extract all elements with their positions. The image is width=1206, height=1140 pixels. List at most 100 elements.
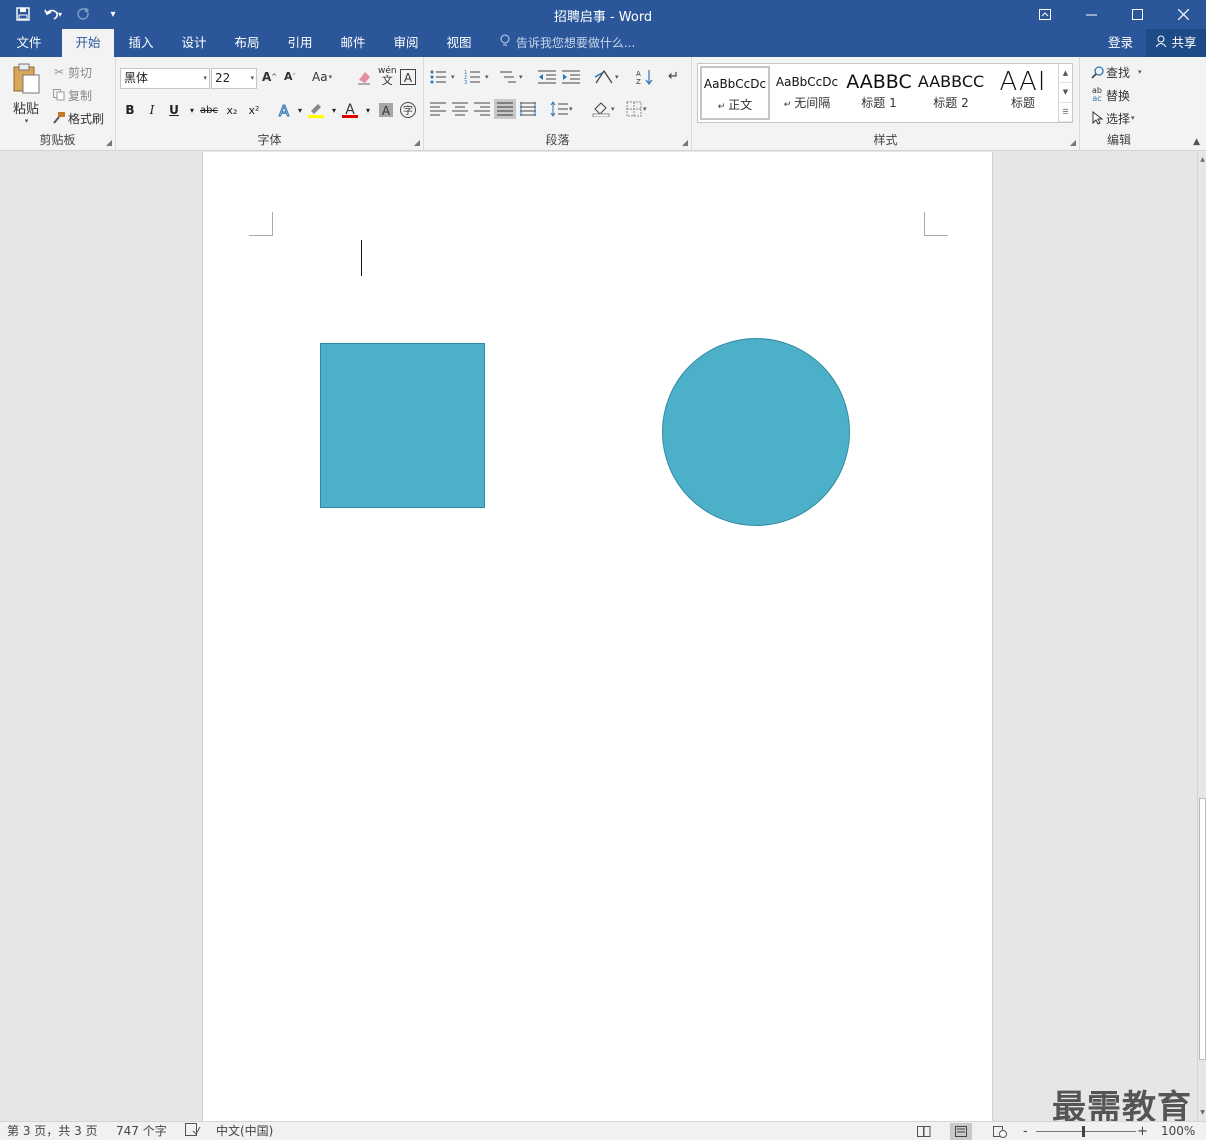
align-left-icon[interactable]: [430, 102, 446, 116]
tab-review[interactable]: 审阅: [380, 29, 432, 57]
paragraph-group: ▾ 1 2 3 ▾ ▾ ▾ AZ ↵ ▾ ▾ ▾ 段落 ◢: [424, 57, 692, 151]
increase-indent-icon[interactable]: [562, 70, 580, 84]
style-normal[interactable]: AaBbCcDc ↵ 正文: [700, 66, 770, 120]
superscript-button[interactable]: x²: [244, 100, 264, 120]
distributed-icon[interactable]: [520, 102, 536, 116]
minimize-icon[interactable]: [1068, 0, 1114, 29]
tab-references[interactable]: 引用: [274, 29, 326, 57]
scroll-up-icon[interactable]: ▲: [1198, 154, 1206, 166]
align-center-icon[interactable]: [452, 102, 468, 116]
ribbon-display-options-icon[interactable]: [1022, 0, 1068, 29]
tab-layout[interactable]: 布局: [222, 29, 272, 57]
read-mode-icon[interactable]: [913, 1123, 935, 1140]
font-size-combo[interactable]: 22 ▾: [211, 68, 257, 89]
status-bar: 第 3 页，共 3 页 747 个字 中文(中国) - + 100%: [0, 1121, 1206, 1140]
tab-file[interactable]: 文件: [0, 29, 58, 57]
character-border-icon[interactable]: A: [400, 69, 416, 85]
proofing-icon[interactable]: [185, 1123, 201, 1140]
font-launcher-icon[interactable]: ◢: [414, 138, 420, 147]
enclose-characters-icon[interactable]: 字: [398, 100, 418, 120]
decrease-indent-icon[interactable]: [538, 70, 556, 84]
zoom-out-icon[interactable]: -: [1023, 1123, 1028, 1140]
bold-button[interactable]: B: [120, 100, 140, 120]
strikethrough-button[interactable]: abc: [198, 100, 220, 120]
gallery-down-icon[interactable]: ▼: [1059, 83, 1072, 103]
web-layout-icon[interactable]: [989, 1123, 1011, 1140]
vertical-scrollbar[interactable]: ▲ ▼: [1197, 152, 1206, 1121]
document-page[interactable]: [202, 152, 993, 1121]
copy-button[interactable]: 复制: [50, 86, 92, 104]
grow-font-icon[interactable]: A ^: [262, 70, 277, 84]
paste-button[interactable]: 粘贴 ▾: [8, 63, 44, 125]
svg-text:字: 字: [403, 104, 413, 117]
shrink-font-icon[interactable]: Aˇ: [284, 70, 296, 83]
select-button[interactable]: 选择 ▾: [1088, 109, 1135, 127]
sort-icon[interactable]: AZ: [636, 69, 654, 85]
phonetic-guide-icon[interactable]: wén 文: [378, 67, 397, 87]
scroll-thumb[interactable]: [1199, 798, 1206, 1060]
clear-formatting-icon[interactable]: [356, 69, 372, 85]
styles-launcher-icon[interactable]: ◢: [1070, 138, 1076, 147]
tab-mailings[interactable]: 邮件: [328, 29, 378, 57]
style-name: ↵ 无间隔: [783, 96, 831, 110]
underline-button[interactable]: U: [164, 100, 184, 120]
copy-icon: [50, 86, 68, 104]
close-icon[interactable]: [1160, 0, 1206, 29]
gallery-up-icon[interactable]: ▲: [1059, 64, 1072, 84]
align-right-icon[interactable]: [474, 102, 490, 116]
change-case-button[interactable]: Aa ▾: [312, 70, 332, 84]
word-count[interactable]: 747 个字: [116, 1123, 167, 1140]
page-count[interactable]: 第 3 页，共 3 页: [7, 1123, 98, 1140]
borders-icon[interactable]: ▾: [626, 101, 647, 117]
subscript-button[interactable]: x₂: [222, 100, 242, 120]
gallery-more-icon[interactable]: ☰: [1059, 103, 1072, 122]
tab-insert[interactable]: 插入: [116, 29, 166, 57]
share-button[interactable]: 共享: [1146, 29, 1206, 57]
zoom-level[interactable]: 100%: [1161, 1123, 1195, 1140]
italic-button[interactable]: I: [142, 100, 162, 120]
square-shape[interactable]: [320, 343, 485, 508]
tab-design[interactable]: 设计: [168, 29, 220, 57]
format-painter-button[interactable]: 格式刷: [50, 109, 104, 127]
circle-shape[interactable]: [662, 338, 850, 526]
collapse-ribbon-icon[interactable]: ▲: [1193, 137, 1200, 147]
paragraph-launcher-icon[interactable]: ◢: [682, 138, 688, 147]
margin-mark-top-right: [924, 212, 948, 236]
maximize-icon[interactable]: [1114, 0, 1160, 29]
font-name-combo[interactable]: 黑体 ▾: [120, 68, 210, 89]
chinese-layout-icon[interactable]: ▾: [594, 69, 619, 85]
numbering-icon[interactable]: 1 2 3 ▾: [464, 70, 489, 84]
tell-me-box[interactable]: 告诉我您想要做什么...: [500, 29, 635, 57]
style-heading-1[interactable]: AABBC 标题 1: [844, 66, 914, 120]
zoom-slider[interactable]: [1036, 1131, 1136, 1132]
shading-icon[interactable]: ▾: [592, 101, 615, 117]
style-title[interactable]: AAI 标题: [988, 66, 1058, 120]
font-color-dropdown-icon[interactable]: ▾: [358, 100, 378, 120]
cut-button[interactable]: ✂ 剪切: [50, 63, 92, 81]
zoom-slider-thumb[interactable]: [1082, 1126, 1085, 1137]
highlight-color-icon[interactable]: [306, 100, 326, 120]
find-button[interactable]: 查找 ▾: [1088, 63, 1142, 81]
replace-button[interactable]: ab ac 替换: [1088, 86, 1130, 104]
login-link[interactable]: 登录: [1108, 29, 1133, 57]
paste-dropdown-icon[interactable]: ▾: [25, 117, 29, 125]
copy-label: 复制: [68, 88, 93, 103]
show-formatting-icon[interactable]: ↵: [668, 69, 679, 84]
multilevel-list-icon[interactable]: ▾: [498, 70, 523, 84]
print-layout-icon[interactable]: [950, 1123, 972, 1140]
tab-view[interactable]: 视图: [434, 29, 484, 57]
line-spacing-icon[interactable]: ▾: [550, 101, 573, 117]
share-label: 共享: [1171, 35, 1197, 50]
tab-home[interactable]: 开始: [62, 29, 114, 57]
bullets-icon[interactable]: ▾: [430, 70, 455, 84]
scroll-down-icon[interactable]: ▼: [1198, 1107, 1206, 1119]
character-shading-icon[interactable]: A: [376, 100, 396, 120]
zoom-in-icon[interactable]: +: [1137, 1123, 1148, 1140]
style-no-spacing[interactable]: AaBbCcDc ↵ 无间隔: [772, 66, 842, 120]
justify-icon[interactable]: [494, 99, 516, 119]
clipboard-launcher-icon[interactable]: ◢: [106, 138, 112, 147]
style-sample: AaBbCcDc: [775, 75, 839, 89]
style-heading-2[interactable]: AABBCC 标题 2: [916, 66, 986, 120]
font-color-icon[interactable]: A: [340, 100, 360, 120]
language-indicator[interactable]: 中文(中国): [216, 1123, 273, 1140]
